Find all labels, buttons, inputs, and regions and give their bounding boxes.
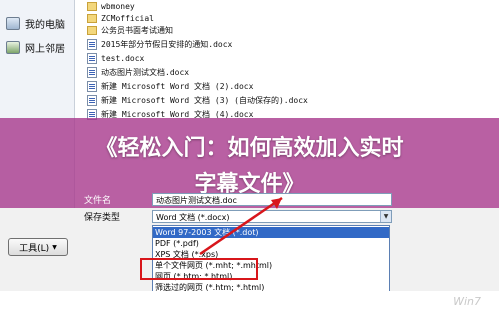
list-item[interactable]: 动态图片测试文档.docx	[87, 66, 189, 78]
filename-field[interactable]: 动态图片测试文档.doc	[152, 193, 392, 206]
folder-icon	[87, 13, 97, 23]
filename-label: 文件名	[84, 196, 112, 206]
filetype-option[interactable]: PDF (*.pdf)	[153, 238, 389, 249]
list-item[interactable]: 新建 Microsoft Word 文档 (3) (自动保存的).docx	[87, 94, 308, 106]
banner-title-line1: 《轻松入门：如何高效加入实时	[95, 136, 404, 161]
sidebar-item-my-computer[interactable]: 我的电脑	[6, 16, 65, 31]
filetype-select[interactable]: Word 文档 (*.docx) ▼	[152, 210, 392, 223]
watermark: Win7	[453, 295, 481, 308]
word-doc-icon	[87, 52, 97, 64]
tools-button[interactable]: 工具(L) ▼	[8, 238, 68, 256]
word-doc-icon	[87, 94, 97, 106]
sidebar-item-label: 我的电脑	[25, 20, 65, 31]
folder-icon	[87, 25, 97, 35]
filetype-label: 保存类型	[84, 213, 121, 223]
sidebar-item-network[interactable]: 网上邻居	[6, 40, 65, 55]
list-item[interactable]: 新建 Microsoft Word 文档 (2).docx	[87, 80, 253, 92]
word-doc-icon	[87, 80, 97, 92]
footer-area	[0, 291, 499, 330]
chevron-down-icon: ▼	[380, 211, 391, 222]
list-item[interactable]: ZCMofficial	[87, 12, 154, 24]
word-doc-icon	[87, 66, 97, 78]
computer-icon	[6, 17, 20, 30]
network-icon	[6, 41, 20, 54]
list-item[interactable]: wbmoney	[87, 0, 135, 12]
list-item[interactable]: 2015年部分节假日安排的通知.docx	[87, 38, 232, 50]
sidebar-item-label: 网上邻居	[25, 44, 65, 55]
chevron-down-icon: ▼	[52, 243, 57, 251]
highlight-box	[140, 258, 258, 280]
filetype-option[interactable]: Word 97-2003 文档 (*.dot)	[153, 227, 389, 238]
list-item[interactable]: test.docx	[87, 52, 144, 64]
word-doc-icon	[87, 38, 97, 50]
list-item[interactable]: 公务员书面考试通知	[87, 24, 173, 36]
folder-icon	[87, 1, 97, 11]
